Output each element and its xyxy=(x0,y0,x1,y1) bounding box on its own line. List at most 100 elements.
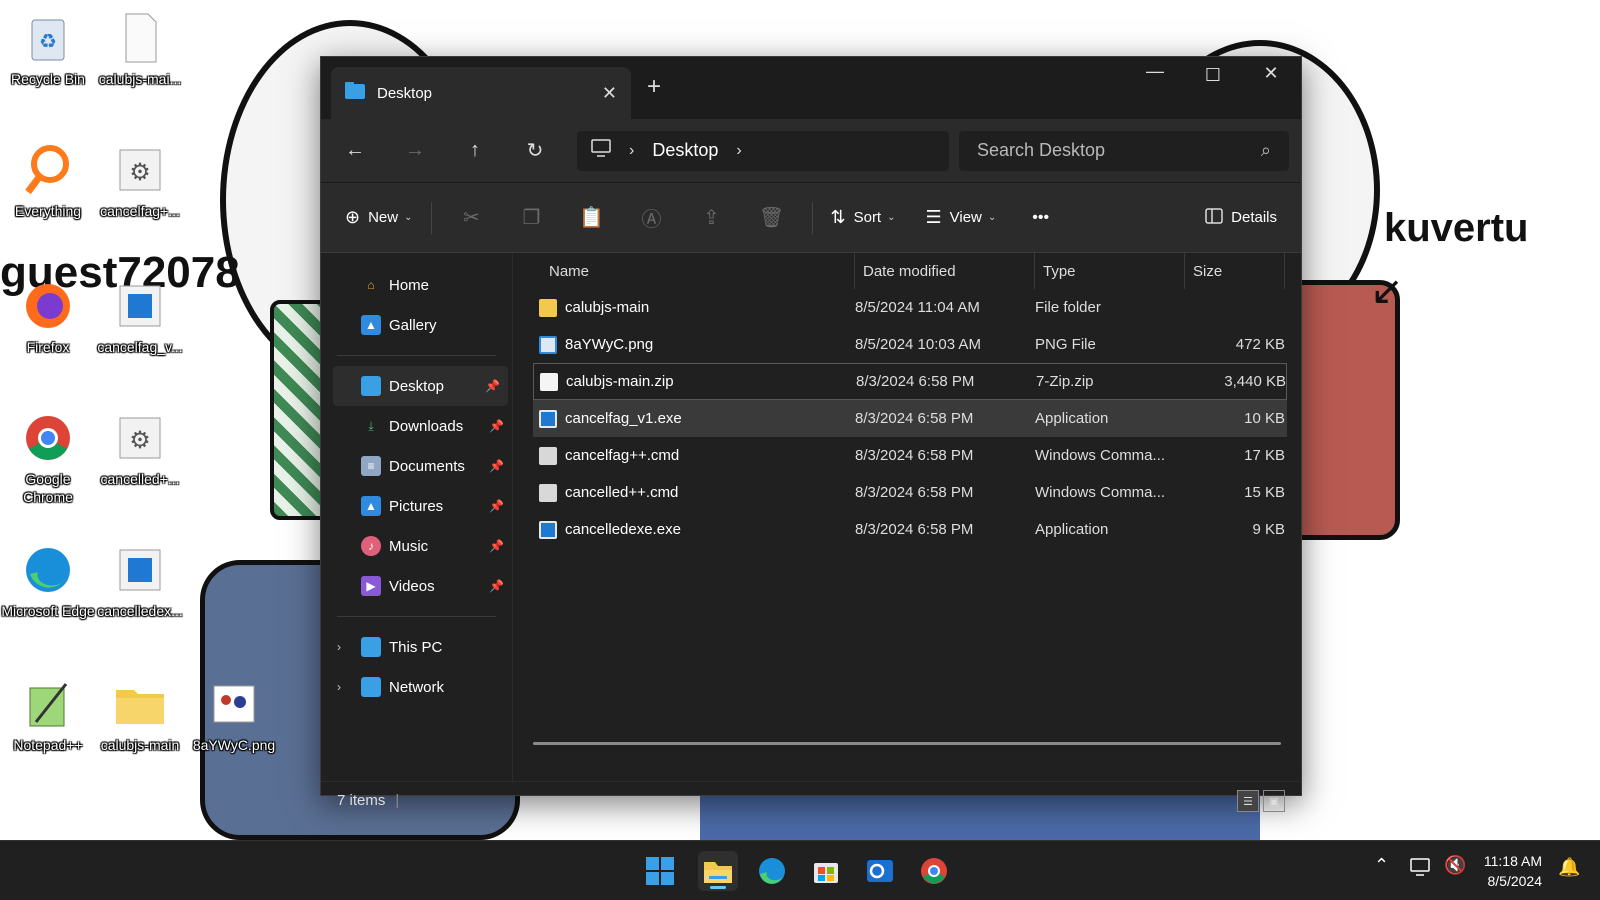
search-box[interactable]: Search Desktop ⌕ xyxy=(959,130,1289,171)
arrow-icon: ↙ xyxy=(1370,269,1404,313)
file-row[interactable]: calubjs-main 8/5/2024 11:04 AM File fold… xyxy=(533,289,1287,326)
chevron-right-icon[interactable]: › xyxy=(736,142,741,160)
file-name: cancelfag++.cmd xyxy=(565,447,680,464)
nav-item-network[interactable]: › Network xyxy=(321,667,512,707)
nav-item-videos[interactable]: ▶ Videos 📌 xyxy=(321,566,512,606)
desktop-icon-cancelfag-exe[interactable]: cancelfag_v... xyxy=(92,278,188,356)
chevron-up-icon[interactable]: ⌃ xyxy=(1374,855,1389,876)
refresh-icon[interactable]: ↻ xyxy=(513,131,557,171)
rename-icon[interactable]: Ⓐ xyxy=(622,200,682,236)
sort-button[interactable]: ⇅ Sort ⌄ xyxy=(823,200,904,236)
plus-circle-icon: ⊕ xyxy=(345,207,361,227)
pin-icon[interactable]: 📌 xyxy=(489,499,504,513)
start-windows-icon[interactable] xyxy=(640,851,680,891)
pin-icon[interactable]: 📌 xyxy=(489,579,504,593)
desktop-icon-calubjs-file[interactable]: calubjs-mai... xyxy=(92,10,188,88)
nav-item-gallery[interactable]: ▲ Gallery xyxy=(321,305,512,345)
desktop-icon-calubjs-folder[interactable]: calubjs-main xyxy=(92,676,188,754)
outlook-icon[interactable] xyxy=(860,851,900,891)
network-monitor-icon[interactable] xyxy=(1410,857,1432,882)
desktop-icon-firefox[interactable]: Firefox xyxy=(0,278,96,356)
maximize-icon[interactable]: ☐ xyxy=(1189,65,1237,86)
image-file-icon xyxy=(539,335,557,354)
desktop-icon-edge[interactable]: Microsoft Edge xyxy=(0,542,96,620)
more-options-button[interactable]: ••• xyxy=(1024,200,1057,236)
nav-item-this-pc[interactable]: › This PC xyxy=(321,627,512,667)
forward-arrow-icon[interactable]: → xyxy=(393,131,437,171)
file-row[interactable]: cancelfag++.cmd 8/3/2024 6:58 PM Windows… xyxy=(533,437,1287,474)
file-row[interactable]: cancelfag_v1.exe 8/3/2024 6:58 PM Applic… xyxy=(533,400,1287,437)
nav-item-desktop[interactable]: Desktop 📌 xyxy=(333,366,508,406)
cut-icon[interactable]: ✂ xyxy=(442,200,502,236)
desktop-icon-cancelledexe[interactable]: cancelledex... xyxy=(92,542,188,620)
pin-icon[interactable]: 📌 xyxy=(489,419,504,433)
file-explorer-icon[interactable] xyxy=(698,851,738,891)
desktop-icon-notepadpp[interactable]: Notepad++ xyxy=(0,676,96,754)
system-clock[interactable]: 11:18 AM 8/5/2024 xyxy=(1484,851,1542,891)
nav-item-downloads[interactable]: ⤓ Downloads 📌 xyxy=(321,406,512,446)
desktop-icon-label: cancelfag+... xyxy=(100,203,180,219)
pin-icon[interactable]: 📌 xyxy=(489,459,504,473)
share-icon[interactable]: ⇪ xyxy=(682,200,742,236)
view-button[interactable]: ☰ View ⌄ xyxy=(918,200,1005,236)
folder-icon xyxy=(539,298,557,317)
new-button[interactable]: ⊕ New ⌄ xyxy=(337,200,421,236)
nav-label: Network xyxy=(389,678,445,696)
details-pane-button[interactable]: Details xyxy=(1197,200,1285,236)
address-bar[interactable]: › Desktop › xyxy=(577,130,949,171)
column-header-type[interactable]: Type xyxy=(1035,253,1185,289)
pin-icon[interactable]: 📌 xyxy=(485,379,500,393)
chrome-icon[interactable] xyxy=(914,851,954,891)
up-arrow-icon[interactable]: ↑ xyxy=(453,131,497,171)
minimize-icon[interactable]: — xyxy=(1131,61,1179,82)
file-row[interactable]: 8aYWyC.png 8/5/2024 10:03 AM PNG File 47… xyxy=(533,326,1287,363)
item-count: 7 items xyxy=(337,792,386,809)
chevron-right-icon[interactable]: › xyxy=(337,680,341,694)
desktop-icon-everything[interactable]: Everything xyxy=(0,142,96,220)
column-header-name[interactable]: Name xyxy=(513,253,855,289)
pin-icon[interactable]: 📌 xyxy=(489,539,504,553)
file-date: 8/3/2024 6:58 PM xyxy=(856,373,975,390)
file-date: 8/3/2024 6:58 PM xyxy=(855,484,974,501)
search-input[interactable]: Search Desktop xyxy=(977,140,1105,161)
folder-icon xyxy=(345,81,365,105)
nav-label: Videos xyxy=(389,577,435,595)
file-row[interactable]: calubjs-main.zip 8/3/2024 6:58 PM 7-Zip.… xyxy=(533,363,1287,400)
desktop-icon-png[interactable]: 8aYWyC.png xyxy=(186,676,282,754)
desktop-icon-recycle-bin[interactable]: ♻ Recycle Bin xyxy=(0,10,96,88)
nav-item-pictures[interactable]: ▲ Pictures 📌 xyxy=(321,486,512,526)
column-header-date[interactable]: Date modified xyxy=(855,253,1035,289)
close-window-icon[interactable]: ✕ xyxy=(1247,63,1295,84)
desktop-icon-label: calubjs-main xyxy=(100,737,180,753)
paste-icon[interactable]: 📋 xyxy=(562,200,622,236)
speaker-muted-icon[interactable]: 🔇 xyxy=(1444,855,1466,876)
close-tab-icon[interactable]: ✕ xyxy=(602,83,617,104)
tab-desktop[interactable]: Desktop ✕ xyxy=(331,67,631,119)
breadcrumb-segment[interactable]: Desktop xyxy=(652,140,718,161)
microsoft-store-icon[interactable] xyxy=(806,851,846,891)
details-view-icon[interactable]: ☰ xyxy=(1237,790,1259,812)
notification-bell-icon[interactable]: 🔔 xyxy=(1558,857,1580,878)
nav-item-documents[interactable]: ≡ Documents 📌 xyxy=(321,446,512,486)
back-arrow-icon[interactable]: ← xyxy=(333,131,377,171)
file-row[interactable]: cancelled++.cmd 8/3/2024 6:58 PM Windows… xyxy=(533,474,1287,511)
desktop-icon-chrome[interactable]: Google Chrome xyxy=(0,410,96,506)
edge-icon[interactable] xyxy=(752,851,792,891)
chevron-right-icon[interactable]: › xyxy=(337,640,341,654)
desktop-icon-cancelled-cmd[interactable]: ⚙ cancelled+... xyxy=(92,410,188,488)
new-tab-button[interactable]: + xyxy=(647,73,661,101)
tiles-view-icon[interactable]: ▣ xyxy=(1263,790,1285,812)
desktop-icon-cancelfag-cmd[interactable]: ⚙ cancelfag+... xyxy=(92,142,188,220)
command-bar: ⊕ New ⌄ ✂ ❐ 📋 Ⓐ ⇪ 🗑 ⇅ Sort ⌄ ☰ View ⌄ ••… xyxy=(321,183,1301,253)
nav-item-home[interactable]: ⌂ Home xyxy=(321,265,512,305)
status-divider: | xyxy=(395,792,400,809)
active-indicator xyxy=(710,886,726,889)
nav-item-music[interactable]: ♪ Music 📌 xyxy=(321,526,512,566)
column-header-size[interactable]: Size xyxy=(1185,253,1285,289)
file-type: Windows Comma... xyxy=(1035,484,1166,501)
delete-icon[interactable]: 🗑 xyxy=(742,200,802,236)
file-row[interactable]: cancelledexe.exe 8/3/2024 6:58 PM Applic… xyxy=(533,511,1287,548)
copy-icon[interactable]: ❐ xyxy=(502,200,562,236)
file-name: cancelledexe.exe xyxy=(565,521,681,538)
horizontal-scrollbar[interactable] xyxy=(533,742,1281,745)
